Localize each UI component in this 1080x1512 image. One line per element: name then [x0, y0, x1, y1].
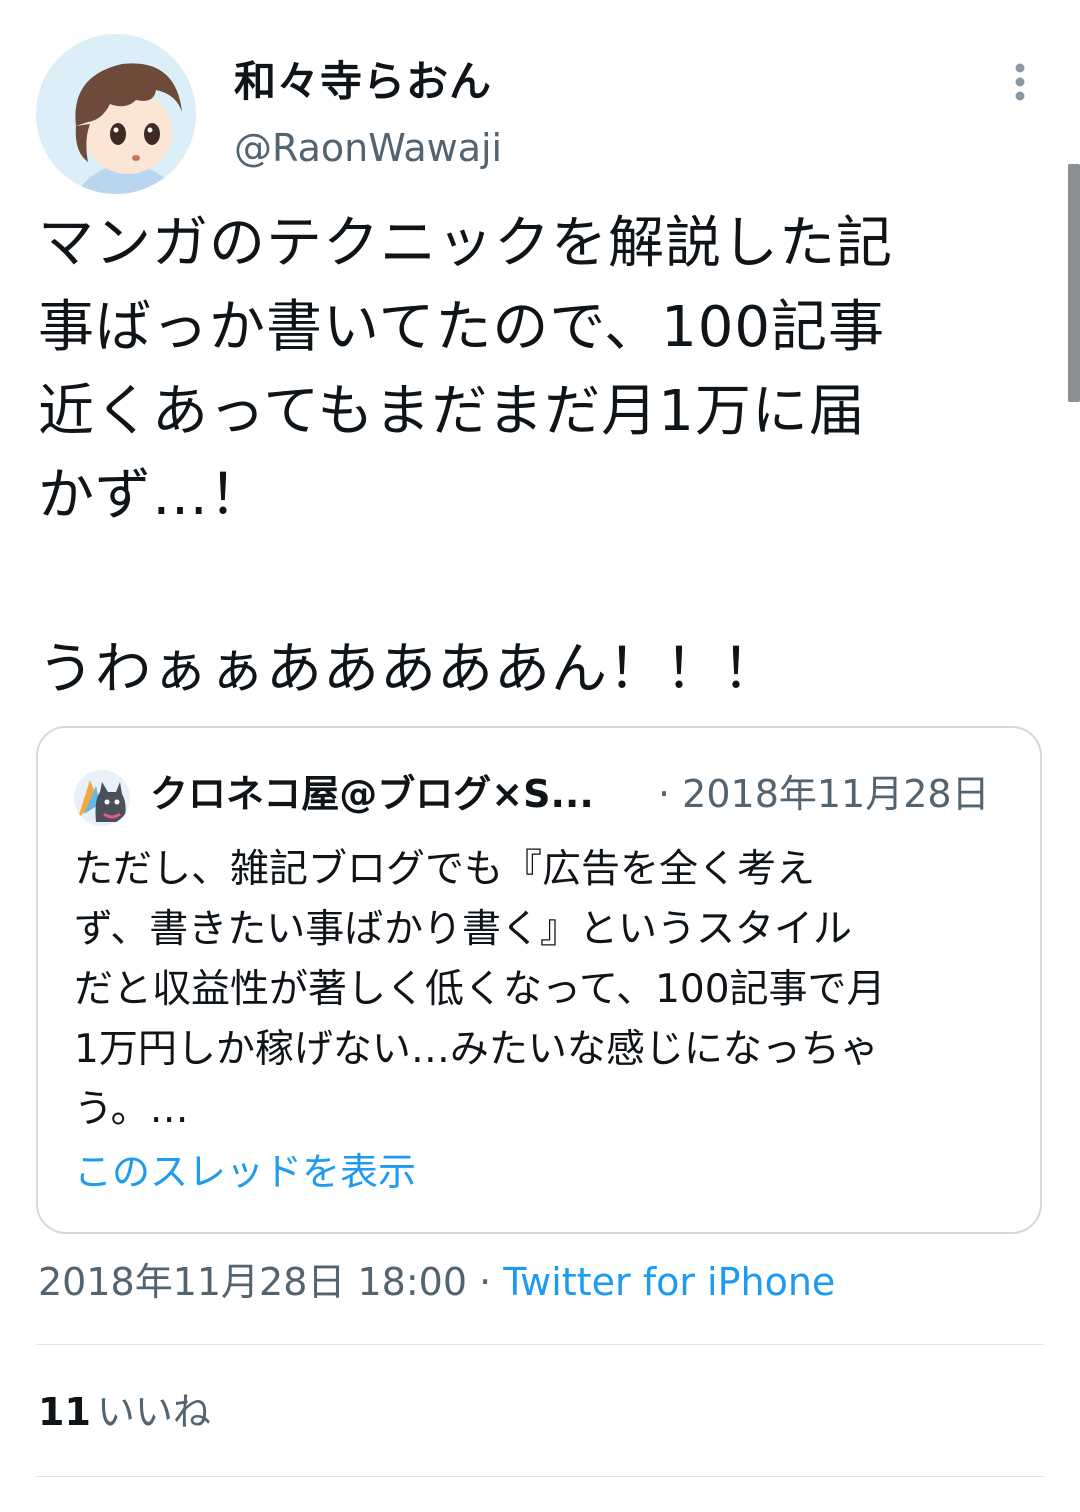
author-display-name[interactable]: 和々寺らおん [234, 56, 492, 108]
tweet-timestamp[interactable]: 2018年11月28日 18:00 · [38, 1260, 503, 1304]
divider [36, 1476, 1044, 1477]
quoted-tweet-text: ただし、雑記ブログでも『広告を全く考え ず、書きたい事ばかり書く』というスタイル… [74, 847, 886, 1132]
tweet-text-exclamation: うわぁぁあああああん！！！ [38, 637, 779, 702]
more-options-button[interactable] [1000, 58, 1040, 106]
author-avatar[interactable] [36, 34, 196, 194]
tweet-source-link[interactable]: Twitter for iPhone [503, 1260, 835, 1304]
show-thread-link[interactable]: このスレッドを表示 [74, 1146, 416, 1198]
anime-boy-avatar-icon [36, 34, 196, 194]
more-vertical-icon [1015, 63, 1025, 101]
divider [36, 1344, 1044, 1345]
quoted-tweet-card[interactable]: クロネコ屋@ブログ×S... · 2018年11月28日 ただし、雑記ブログでも… [36, 726, 1042, 1234]
author-handle[interactable]: @RaonWawaji [234, 124, 502, 172]
quoted-tweet-date: · 2018年11月28日 [658, 772, 990, 816]
likes-label: いいね [96, 1390, 211, 1434]
likes-row[interactable]: 11 いいね [38, 1386, 211, 1438]
tweet-meta: 2018年11月28日 18:00 · Twitter for iPhone [38, 1256, 835, 1308]
quoted-author-avatar [74, 770, 130, 826]
black-cat-avatar-icon [74, 770, 130, 826]
quoted-author-name: クロネコ屋@ブログ×S... [150, 772, 594, 816]
scrollbar-thumb[interactable] [1068, 164, 1080, 402]
tweet-text: マンガのテクニックを解説した記 事ばっか書いてたので、100記事 近くあってもま… [38, 211, 893, 528]
likes-count: 11 [38, 1390, 91, 1434]
